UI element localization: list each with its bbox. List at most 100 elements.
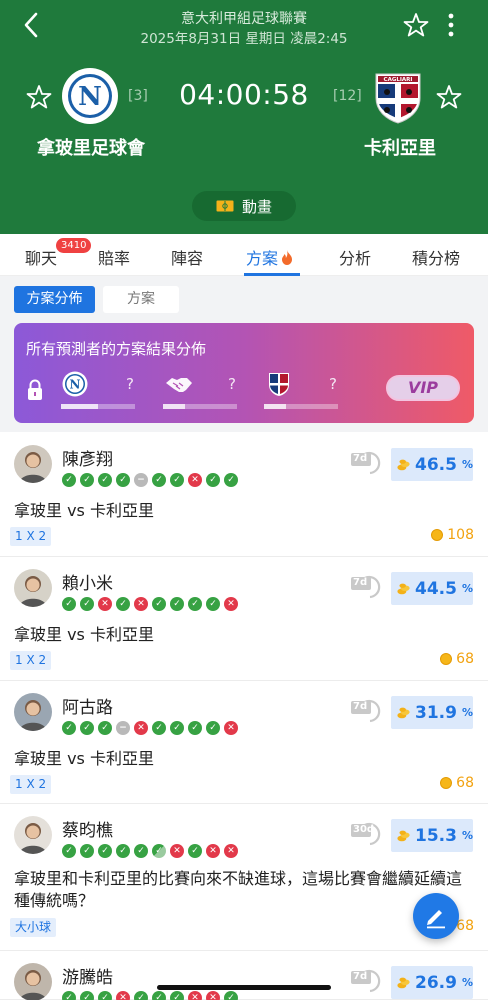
match-title[interactable]: 拿玻里和卡利亞里的比賽向來不缺進球，這場比賽會繼續延續這種傳統嗎？ xyxy=(14,868,476,912)
win-icon: ✓ xyxy=(206,721,220,735)
plan-list-item[interactable]: 阿古路 ✓ ✓ ✓ − ✕ ✓ ✓ ✓ ✓ ✕ 7d 31.9% 拿玻里 vs 卡利亞里 1 X 2 68 xyxy=(0,681,488,804)
recent-results: ✓ ✓ ✓ ✕ ✓ ✓ ✓ ✕ ✕ ✓ xyxy=(62,991,238,1000)
win-icon: ✓ xyxy=(80,473,94,487)
tipster-name[interactable]: 蔡昀樵 xyxy=(62,816,113,841)
win-icon: ✓ xyxy=(152,991,166,1000)
tab-analysis[interactable]: 分析 xyxy=(339,245,371,269)
win-icon: ✓ xyxy=(152,597,166,611)
period-label: 7d xyxy=(353,701,368,712)
pitch-icon xyxy=(216,200,234,212)
tab-plan[interactable]: 方案 xyxy=(246,245,293,269)
tab-standings[interactable]: 積分榜 xyxy=(412,245,460,269)
hit-rate-value: 15.3 xyxy=(415,825,457,846)
period-badge: 30d xyxy=(350,822,384,848)
win-icon: ✓ xyxy=(152,844,166,858)
avatar[interactable] xyxy=(14,693,52,731)
cagliari-small-logo-icon xyxy=(269,373,289,396)
napoli-small-logo-icon: N xyxy=(62,371,88,397)
plan-price[interactable]: 68 xyxy=(440,775,474,791)
tipster-name[interactable]: 阿古路 xyxy=(62,693,113,718)
coins-stack-icon xyxy=(397,583,410,594)
hit-rate: 26.9% xyxy=(391,966,473,999)
win-icon: ✓ xyxy=(206,473,220,487)
tipster-name[interactable]: 賴小米 xyxy=(62,569,113,594)
plan-price[interactable]: 108 xyxy=(431,527,474,543)
win-icon: ✓ xyxy=(224,991,238,1000)
tipster-name[interactable]: 陳彥翔 xyxy=(62,445,113,470)
loss-icon: ✕ xyxy=(224,597,238,611)
favorite-star-icon[interactable] xyxy=(403,12,429,38)
win-icon: ✓ xyxy=(170,473,184,487)
price-value: 68 xyxy=(456,775,474,791)
hit-rate-value: 46.5 xyxy=(415,454,457,475)
period-label: 7d xyxy=(353,453,368,464)
loss-icon: ✕ xyxy=(188,991,202,1000)
period-badge: 7d xyxy=(350,575,384,601)
win-icon: ✓ xyxy=(134,991,148,1000)
segment-plan[interactable]: 方案 xyxy=(103,286,179,313)
win-icon: ✓ xyxy=(152,721,166,735)
distribution-title: 所有預測者的方案結果分佈 xyxy=(26,340,207,358)
tab-chat[interactable]: 聊天 xyxy=(25,245,57,269)
hit-rate: 44.5% xyxy=(391,572,473,605)
tab-lineup[interactable]: 陣容 xyxy=(171,245,203,269)
win-icon: ✓ xyxy=(188,721,202,735)
period-label: 7d xyxy=(353,971,368,982)
recent-results: ✓ ✓ ✕ ✓ ✕ ✓ ✓ ✓ ✓ ✕ xyxy=(62,597,238,611)
animation-button[interactable]: 動畫 xyxy=(192,191,296,221)
coin-icon xyxy=(440,777,453,789)
win-icon: ✓ xyxy=(62,721,76,735)
plan-list-item[interactable]: 賴小米 ✓ ✓ ✕ ✓ ✕ ✓ ✓ ✓ ✓ ✕ 7d 44.5% 拿玻里 vs 卡利亞里 1 X 2 68 xyxy=(0,557,488,681)
avatar[interactable] xyxy=(14,816,52,854)
win-icon: ✓ xyxy=(116,473,130,487)
plan-price[interactable]: 68 xyxy=(440,651,474,667)
avatar[interactable] xyxy=(14,569,52,607)
win-icon: ✓ xyxy=(98,473,112,487)
match-title[interactable]: 拿玻里 vs 卡利亞里 xyxy=(14,497,154,521)
win-icon: ✓ xyxy=(62,473,76,487)
plan-summary-area: 方案分佈 方案 所有預測者的方案結果分佈 N ? ? ? VIP xyxy=(0,276,488,432)
more-options-icon[interactable] xyxy=(444,12,458,38)
win-icon: ✓ xyxy=(170,991,184,1000)
win-icon: ✓ xyxy=(188,597,202,611)
loss-icon: ✕ xyxy=(206,844,220,858)
away-distribution-bar xyxy=(264,404,338,409)
win-icon: ✓ xyxy=(80,721,94,735)
market-tag: 1 X 2 xyxy=(10,651,52,670)
fire-icon xyxy=(282,249,293,265)
plan-list-item[interactable]: 陳彥翔 ✓ ✓ ✓ ✓ − ✓ ✓ ✕ ✓ ✓ 7d 46.5% 拿玻里 vs 卡利亞里 1 X 2 108 xyxy=(0,433,488,557)
match-title[interactable]: 拿玻里 vs 卡利亞里 xyxy=(14,745,154,769)
avatar[interactable] xyxy=(14,445,52,483)
hit-rate-value: 26.9 xyxy=(415,972,457,993)
draw-distribution-bar xyxy=(163,404,237,409)
avatar[interactable] xyxy=(14,963,52,1000)
win-icon: ✓ xyxy=(98,844,112,858)
hit-rate-unit: % xyxy=(461,582,473,595)
away-follow-star-icon[interactable] xyxy=(436,84,462,110)
tipster-name[interactable]: 游騰皓 xyxy=(62,963,113,988)
plan-list-item[interactable]: 游騰皓 ✓ ✓ ✓ ✕ ✓ ✓ ✓ ✕ ✕ ✓ 7d 26.9% xyxy=(0,951,488,1000)
loss-icon: ✕ xyxy=(134,597,148,611)
match-title[interactable]: 拿玻里 vs 卡利亞里 xyxy=(14,621,154,645)
win-icon: ✓ xyxy=(152,473,166,487)
home-indicator xyxy=(157,985,331,990)
away-rank: [12] xyxy=(333,88,362,104)
hit-rate: 15.3% xyxy=(391,819,473,852)
vip-button[interactable]: VIP xyxy=(386,375,460,401)
cagliari-logo-icon[interactable]: CAGLIARI xyxy=(372,68,424,124)
market-tag: 1 X 2 xyxy=(10,527,52,546)
write-plan-button[interactable] xyxy=(413,893,459,939)
segment-distribution[interactable]: 方案分佈 xyxy=(14,286,95,313)
lock-icon xyxy=(28,379,42,400)
draw-icon: − xyxy=(134,473,148,487)
win-icon: ✓ xyxy=(98,721,112,735)
home-team-name[interactable]: 拿玻里足球會 xyxy=(37,134,145,160)
away-team-name[interactable]: 卡利亞里 xyxy=(364,134,436,160)
draw-icon: − xyxy=(116,721,130,735)
tab-odds[interactable]: 賠率 xyxy=(98,245,130,269)
win-icon: ✓ xyxy=(62,991,76,1000)
period-label: 7d xyxy=(353,577,368,588)
coins-stack-icon xyxy=(397,707,410,718)
win-icon: ✓ xyxy=(116,597,130,611)
coins-stack-icon xyxy=(397,830,410,841)
